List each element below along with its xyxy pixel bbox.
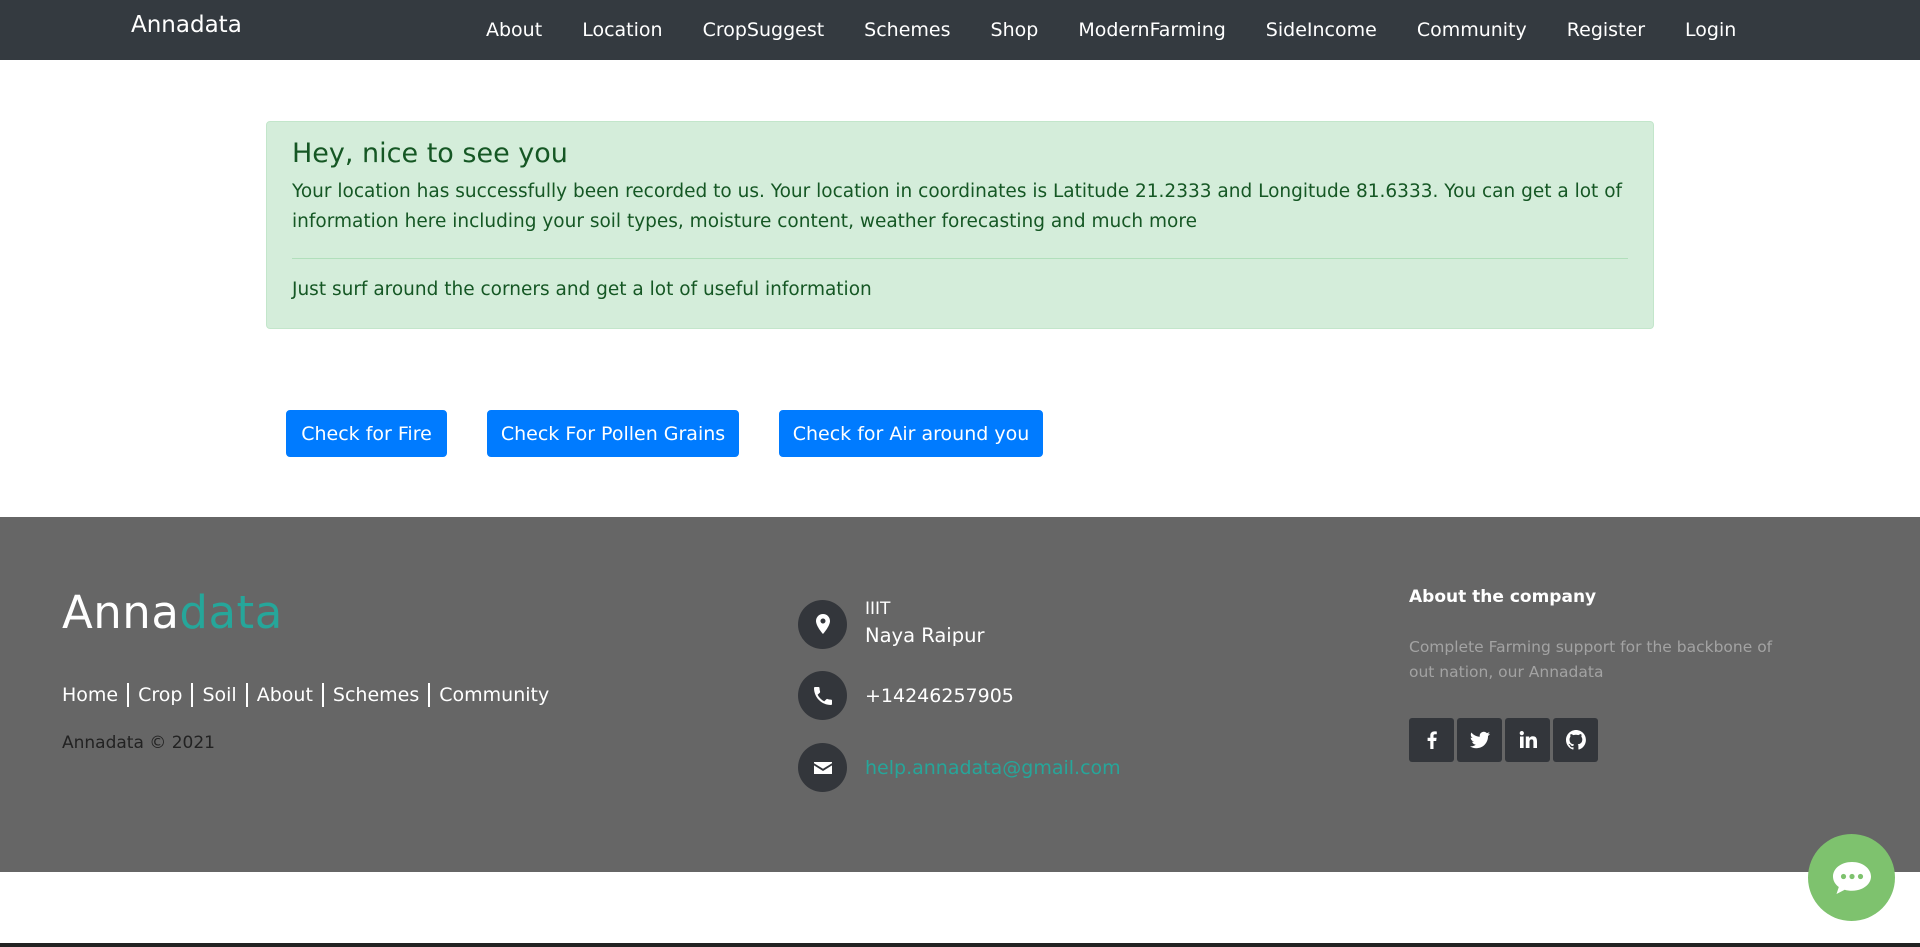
location-success-alert: Hey, nice to see you Your location has s… [266, 121, 1654, 329]
email-link[interactable]: help.annadata@gmail.com [865, 757, 1121, 779]
linkedin-icon[interactable] [1505, 718, 1550, 762]
nav-schemes[interactable]: Schemes [844, 19, 970, 41]
nav-sideincome[interactable]: SideIncome [1246, 19, 1397, 41]
check-air-button[interactable]: Check for Air around you [779, 410, 1043, 457]
check-pollen-button[interactable]: Check For Pollen Grains [487, 410, 739, 457]
github-icon[interactable] [1553, 718, 1598, 762]
footer-logo-part2: data [179, 586, 283, 639]
nav-about[interactable]: About [466, 19, 562, 41]
facebook-icon[interactable] [1409, 718, 1454, 762]
navbar: Annadata About Location CropSuggest Sche… [0, 0, 1920, 60]
footer-link-crop[interactable]: Crop [127, 683, 191, 707]
footer-links: Home Crop Soil About Schemes Community [62, 683, 558, 707]
brand-logo[interactable]: Annadata [131, 12, 242, 38]
footer-logo-part1: Anna [62, 586, 180, 639]
footer-link-schemes[interactable]: Schemes [321, 683, 428, 707]
nav-register[interactable]: Register [1547, 19, 1665, 41]
chat-button[interactable] [1808, 834, 1895, 921]
alert-divider [292, 258, 1628, 260]
address-line1: IIIT [865, 599, 891, 619]
chat-icon [1832, 861, 1871, 894]
nav-shop[interactable]: Shop [971, 19, 1059, 41]
address-text: IIIT Naya Raipur [865, 597, 984, 651]
twitter-icon[interactable] [1457, 718, 1502, 762]
nav-modernfarming[interactable]: ModernFarming [1058, 19, 1245, 41]
nav-login[interactable]: Login [1665, 19, 1756, 41]
footer-link-about[interactable]: About [245, 683, 322, 707]
address-line2: Naya Raipur [865, 624, 985, 647]
phone-icon [798, 671, 847, 720]
footer-link-community[interactable]: Community [428, 683, 558, 707]
about-company-title: About the company [1409, 587, 1597, 607]
alert-heading: Hey, nice to see you [292, 138, 568, 169]
map-marker-icon [798, 599, 847, 649]
nav-links: About Location CropSuggest Schemes Shop … [466, 0, 1756, 60]
footer-link-home[interactable]: Home [62, 683, 127, 707]
footer-logo: Annadata [62, 590, 283, 635]
alert-message: Your location has successfully been reco… [292, 181, 1623, 233]
envelope-icon [798, 743, 847, 792]
bottom-border [0, 943, 1920, 947]
footer-link-soil[interactable]: Soil [191, 683, 245, 707]
footer: Annadata Home Crop Soil About Schemes Co… [0, 517, 1920, 872]
contact-phone: +14246257905 [798, 671, 1014, 720]
alert-footer-text: Just surf around the corners and get a l… [292, 279, 872, 301]
social-links [1409, 718, 1598, 762]
contact-address: IIIT Naya Raipur [798, 597, 984, 651]
contact-email: help.annadata@gmail.com [798, 743, 1121, 792]
nav-location[interactable]: Location [562, 19, 682, 41]
nav-community[interactable]: Community [1397, 19, 1547, 41]
phone-number: +14246257905 [865, 684, 1014, 707]
footer-copyright: Annadata © 2021 [62, 733, 215, 753]
check-fire-button[interactable]: Check for Fire [286, 410, 447, 457]
about-company-text: Complete Farming support for the backbon… [1409, 638, 1773, 681]
nav-cropsuggest[interactable]: CropSuggest [683, 19, 845, 41]
